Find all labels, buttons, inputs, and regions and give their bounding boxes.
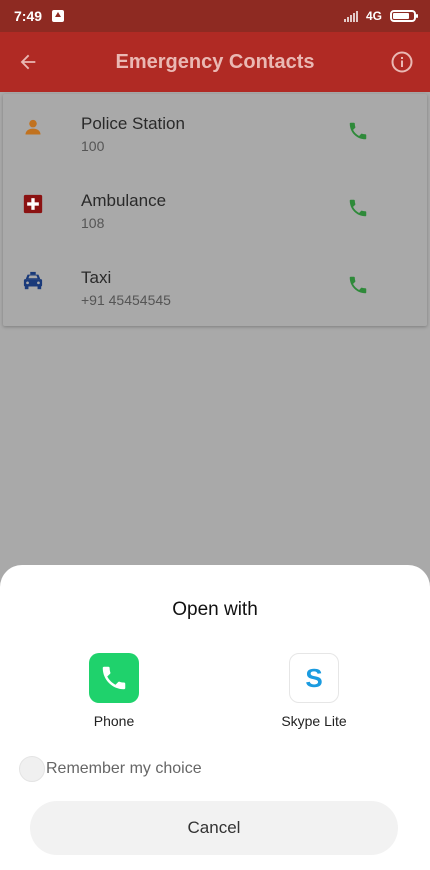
contacts-card: Police Station 100 Ambulance 108 Taxi +9… <box>3 94 427 326</box>
skype-app-icon[interactable]: S <box>289 653 339 703</box>
app-option-phone[interactable]: Phone <box>54 653 174 729</box>
call-button[interactable] <box>345 272 371 298</box>
battery-icon <box>390 10 418 22</box>
contact-row-police[interactable]: Police Station 100 <box>3 94 427 171</box>
app-bar: Emergency Contacts <box>0 32 430 92</box>
app-label: Phone <box>93 713 135 729</box>
app-label: Skype Lite <box>281 713 347 729</box>
taxi-icon <box>22 270 44 292</box>
cancel-button[interactable]: Cancel <box>30 801 398 855</box>
phone-call-icon <box>349 199 367 217</box>
remember-choice-checkbox[interactable] <box>19 756 45 782</box>
contact-name: Police Station <box>81 114 185 133</box>
contact-number: 108 <box>81 215 105 231</box>
svg-text:S: S <box>305 663 322 693</box>
arrow-left-icon <box>20 54 36 70</box>
open-with-sheet: Open with Phone S Skype Lite Remember my… <box>0 565 430 870</box>
contact-row-taxi[interactable]: Taxi +91 45454545 <box>3 248 427 325</box>
contact-number: +91 45454545 <box>81 292 171 308</box>
contact-name: Ambulance <box>81 191 167 210</box>
phone-call-icon <box>349 122 367 140</box>
status-indicators: 4G <box>343 9 418 23</box>
status-time: 7:49 <box>14 8 43 24</box>
call-button[interactable] <box>345 195 371 221</box>
contact-row-ambulance[interactable]: Ambulance 108 <box>3 171 427 248</box>
info-button[interactable] <box>374 32 430 92</box>
upload-notification-icon <box>52 10 65 22</box>
contact-name: Taxi <box>81 268 112 287</box>
status-bar: 7:49 4G <box>0 0 430 32</box>
remember-choice-toggle[interactable]: Remember my choice <box>19 756 202 782</box>
phone-app-icon[interactable] <box>89 653 139 703</box>
phone-call-icon <box>349 276 367 294</box>
remember-choice-label: Remember my choice <box>46 760 202 777</box>
page-title: Emergency Contacts <box>115 50 315 73</box>
back-button[interactable] <box>0 32 56 92</box>
signal-icon <box>343 10 358 22</box>
person-icon <box>22 116 44 138</box>
sheet-title: Open with <box>172 599 258 620</box>
network-type: 4G <box>365 9 382 23</box>
contact-number: 100 <box>81 138 105 154</box>
app-option-skype[interactable]: S Skype Lite <box>254 653 374 729</box>
call-button[interactable] <box>345 118 371 144</box>
medical-cross-icon <box>22 193 44 215</box>
info-icon <box>391 51 413 73</box>
